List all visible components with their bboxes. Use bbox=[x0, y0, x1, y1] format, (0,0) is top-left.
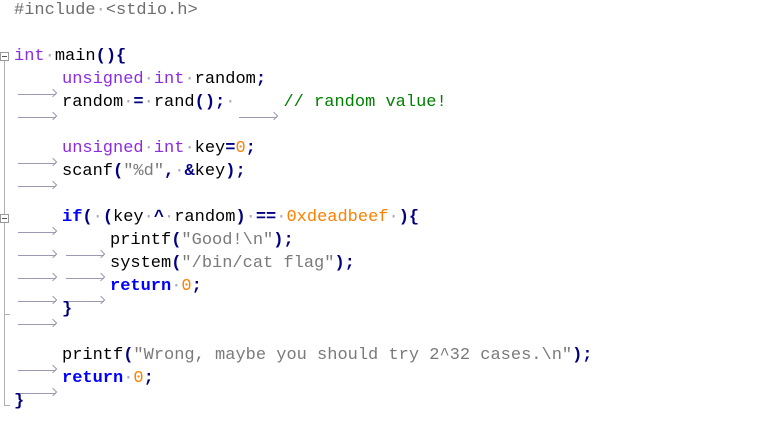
fold-end-main bbox=[4, 405, 10, 406]
code-line-10: if(·(key·^·random)·==·0xdeadbeef·){ bbox=[18, 208, 420, 233]
include-header: <stdio.h> bbox=[105, 1, 198, 20]
code-line-5: random·=·rand();·// random value! bbox=[18, 93, 447, 118]
code-line-8: scanf("%d",·&key); bbox=[18, 162, 246, 187]
code-line-7: unsigned·int·key=0; bbox=[18, 139, 256, 164]
code-line-13: return·0; bbox=[18, 277, 202, 302]
code-editor[interactable]: #include·<stdio.h> int·main(){ unsigned·… bbox=[0, 0, 766, 426]
code-line-12: system("/bin/cat flag"); bbox=[18, 254, 355, 279]
type-keyword: int bbox=[14, 47, 45, 66]
code-line-16: printf("Wrong, maybe you should try 2^32… bbox=[18, 346, 593, 371]
fold-end-if bbox=[4, 314, 10, 315]
code-line-18: } bbox=[14, 392, 25, 411]
code-line-14: } bbox=[18, 300, 73, 325]
code-line-1: #include·<stdio.h> bbox=[14, 1, 198, 20]
preprocessor-directive: #include bbox=[14, 1, 96, 20]
code-comment: // random value! bbox=[283, 93, 447, 112]
fold-toggle-if[interactable] bbox=[0, 214, 9, 223]
code-line-3: int·main(){ bbox=[14, 47, 127, 66]
fold-toggle-main[interactable] bbox=[0, 52, 9, 61]
function-name: main bbox=[54, 47, 96, 66]
code-line-4: unsigned·int·random; bbox=[18, 70, 267, 95]
code-line-17: return·0; bbox=[18, 369, 154, 394]
fold-guide-main bbox=[4, 61, 5, 405]
code-line-11: printf("Good!\n"); bbox=[18, 231, 294, 256]
